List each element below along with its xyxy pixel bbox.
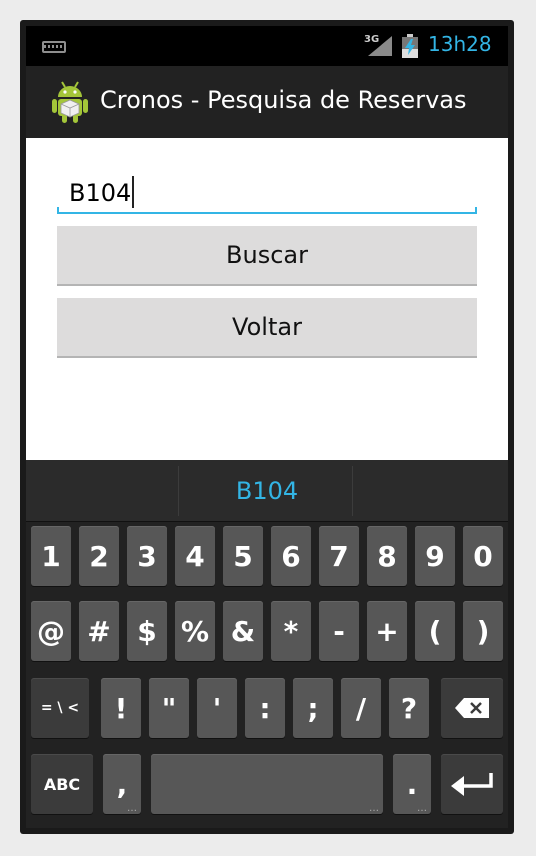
key-period-label: . (406, 767, 418, 801)
key-exclamation[interactable]: ! (101, 678, 141, 738)
backspace-icon (455, 698, 489, 718)
key-slash[interactable]: / (341, 678, 381, 738)
action-bar: Cronos - Pesquisa de Reservas (26, 66, 508, 138)
key-7[interactable]: 7 (319, 526, 359, 586)
more-keys-indicator: … (127, 803, 137, 814)
key-ampersand[interactable]: & (223, 601, 263, 661)
soft-keyboard: B104 1 2 3 4 5 6 7 8 9 0 @ # $ % & * - +… (26, 460, 508, 828)
main-content: B104 Buscar Voltar (26, 138, 508, 460)
key-semicolon[interactable]: ; (293, 678, 333, 738)
key-backspace[interactable] (441, 678, 503, 738)
key-at[interactable]: @ (31, 601, 71, 661)
key-comma[interactable]: , … (103, 754, 141, 814)
suggestion-item[interactable]: B104 (180, 460, 354, 522)
key-comma-label: , (116, 767, 128, 801)
key-question[interactable]: ? (389, 678, 429, 738)
key-dollar[interactable]: $ (127, 601, 167, 661)
status-bar: 3G 13h28 (26, 26, 508, 66)
key-percent[interactable]: % (175, 601, 215, 661)
key-2[interactable]: 2 (79, 526, 119, 586)
android-app-icon[interactable] (52, 80, 88, 124)
text-caret (132, 176, 135, 208)
suggestion-divider (178, 466, 179, 516)
key-1[interactable]: 1 (31, 526, 71, 586)
key-colon[interactable]: : (245, 678, 285, 738)
search-input-text: B104 (69, 179, 132, 207)
key-5[interactable]: 5 (223, 526, 263, 586)
key-close-paren[interactable]: ) (463, 601, 503, 661)
key-0[interactable]: 0 (463, 526, 503, 586)
key-4[interactable]: 4 (175, 526, 215, 586)
key-6[interactable]: 6 (271, 526, 311, 586)
key-abc[interactable]: ABC (31, 754, 93, 814)
key-9[interactable]: 9 (415, 526, 455, 586)
battery-charging-icon (402, 34, 418, 58)
key-asterisk[interactable]: * (271, 601, 311, 661)
key-space[interactable]: … (151, 754, 383, 814)
key-plus[interactable]: + (367, 601, 407, 661)
keyboard-notification-icon (42, 41, 66, 53)
search-input[interactable]: B104 (57, 172, 477, 214)
network-type-label: 3G (364, 34, 380, 45)
enter-arrow-icon (451, 773, 493, 796)
key-enter[interactable] (441, 754, 503, 814)
key-minus[interactable]: - (319, 601, 359, 661)
status-clock: 13h28 (428, 32, 492, 56)
key-3[interactable]: 3 (127, 526, 167, 586)
key-more-symbols[interactable]: = \ < (31, 678, 89, 738)
page-title: Cronos - Pesquisa de Reservas (100, 86, 467, 114)
back-button[interactable]: Voltar (57, 298, 477, 358)
key-open-paren[interactable]: ( (415, 601, 455, 661)
key-apostrophe[interactable]: ' (197, 678, 237, 738)
key-double-quote[interactable]: " (149, 678, 189, 738)
more-keys-indicator: … (417, 803, 427, 814)
search-button[interactable]: Buscar (57, 226, 477, 286)
suggestion-strip: B104 (26, 460, 508, 522)
search-input-value: B104 (69, 176, 135, 208)
key-8[interactable]: 8 (367, 526, 407, 586)
key-hash[interactable]: # (79, 601, 119, 661)
more-keys-indicator: … (369, 803, 379, 814)
key-period[interactable]: . … (393, 754, 431, 814)
